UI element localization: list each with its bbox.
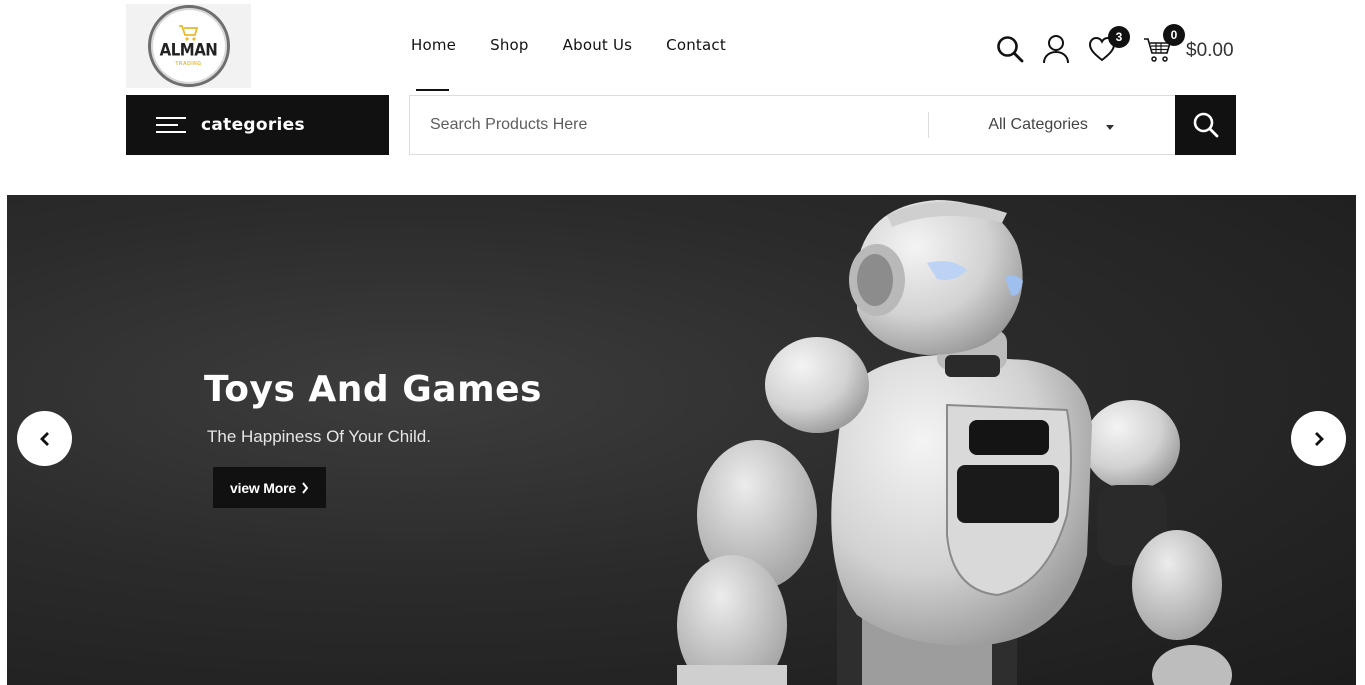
categories-button[interactable]: categories [126, 95, 389, 155]
main-nav: Home Shop About Us Contact [411, 36, 760, 91]
search-bar: All Categories [409, 95, 1236, 155]
nav-about-us[interactable]: About Us [563, 36, 633, 56]
chevron-right-icon [302, 481, 309, 494]
wishlist-count-badge: 3 [1108, 26, 1130, 48]
slider-prev-button[interactable] [17, 411, 72, 466]
hero-slider: Toys And Games The Happiness Of Your Chi… [7, 195, 1356, 685]
nav-shop[interactable]: Shop [490, 36, 529, 56]
logo-subtext: TRADING [175, 60, 202, 67]
view-more-label: view More [230, 479, 296, 496]
hero-subtitle: The Happiness Of Your Child. [207, 427, 431, 446]
site-logo[interactable]: ALMAN TRADING [126, 4, 251, 88]
cart-count-badge: 0 [1163, 24, 1185, 46]
search-icon[interactable] [995, 34, 1025, 64]
nav-home[interactable]: Home [411, 36, 456, 91]
view-more-button[interactable]: view More [213, 467, 326, 508]
search-submit-button[interactable] [1175, 95, 1236, 155]
hamburger-icon [156, 115, 186, 135]
logo-text: ALMAN [159, 39, 218, 60]
hero-title: Toys And Games [204, 369, 542, 410]
caret-down-icon [1105, 124, 1114, 130]
search-input[interactable] [410, 96, 929, 154]
category-select-value: All Categories [988, 116, 1088, 133]
slider-next-button[interactable] [1291, 411, 1346, 466]
robot-image [677, 200, 1232, 685]
chevron-right-icon [1314, 431, 1324, 446]
nav-contact[interactable]: Contact [666, 36, 726, 56]
category-select[interactable]: All Categories [929, 96, 1175, 154]
chevron-left-icon [39, 431, 49, 446]
categories-label: categories [201, 115, 305, 135]
user-icon[interactable] [1042, 34, 1070, 64]
logo-badge: ALMAN TRADING [147, 5, 230, 87]
cart-total[interactable]: $0.00 [1186, 40, 1234, 62]
search-icon [1193, 112, 1218, 138]
